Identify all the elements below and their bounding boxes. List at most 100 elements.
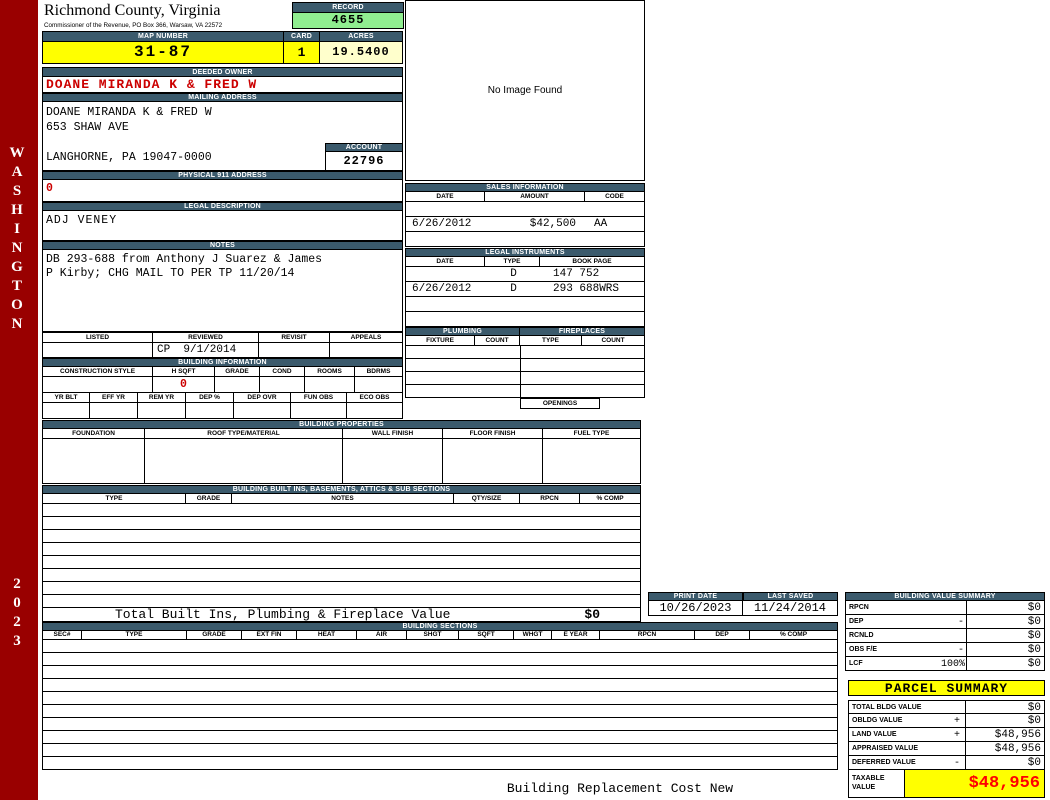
instrument-row: 6/26/2012 D 293 688WRS [405, 282, 645, 297]
fireplaces-label: FIREPLACES [520, 327, 645, 336]
parcel-operator: + [953, 716, 960, 727]
record-block: RECORD 4655 [292, 2, 404, 29]
legal-description-label: LEGAL DESCRIPTION [42, 202, 403, 211]
building-sections-section: BUILDING SECTIONS SEC# TYPE GRADE EXT FI… [42, 622, 838, 770]
bvs-value: $0 [966, 629, 1044, 642]
sec-dep-header: DEP [695, 631, 750, 640]
instrument-type [486, 312, 541, 326]
building-sections-empty-row [42, 731, 838, 744]
rem-yr-value [138, 403, 186, 419]
physical-address-value: 0 [42, 180, 403, 202]
sales-code-header: CODE [585, 192, 645, 202]
eff-yr-value [90, 403, 138, 419]
legal-instruments-label: LEGAL INSTRUMENTS [405, 248, 645, 257]
floor-finish-header: FLOOR FINISH [443, 429, 543, 439]
bvs-operator [941, 601, 966, 614]
bdrms-header: BDRMS [355, 367, 403, 377]
print-saved-block: PRINT DATE 10/26/2023 LAST SAVED 11/24/2… [648, 592, 838, 616]
instrument-type [486, 297, 541, 311]
physical-address-block: PHYSICAL 911 ADDRESS 0 [42, 171, 403, 202]
sec-type-header: TYPE [82, 631, 187, 640]
parcel-value: $0 [965, 756, 1044, 769]
taxable-value-label: TAXABLE VALUE [852, 775, 885, 791]
taxable-value: $48,956 [904, 770, 1044, 797]
built-ins-type-header: TYPE [42, 494, 186, 504]
bvs-row-obs: OBS F/E - $0 [845, 643, 1045, 657]
listed-header: LISTED [42, 332, 153, 343]
parcel-operator [949, 701, 965, 713]
bvs-value: $0 [966, 657, 1044, 670]
parcel-operator: + [953, 730, 960, 741]
reviewed-value: CP 9/1/2014 [153, 343, 259, 358]
plumbing-label: PLUMBING [405, 327, 520, 336]
dep-ovr-value [234, 403, 291, 419]
sale-amount [486, 202, 586, 216]
sec-shgt-header: SHGT [407, 631, 459, 640]
built-ins-comp-header: % COMP [580, 494, 641, 504]
plumbing-fireplace-row [405, 372, 645, 385]
sales-row [405, 202, 645, 217]
parcel-value: $48,956 [965, 742, 1044, 755]
instrument-date: 6/26/2012 [412, 283, 472, 295]
parcel-label: DEFERRED VALUE [852, 759, 916, 766]
print-date-value: 10/26/2023 [648, 601, 743, 616]
legal-instruments-section: LEGAL INSTRUMENTS DATE TYPE BOOK PAGE D … [405, 248, 645, 327]
plumbing-fireplace-row [405, 346, 645, 359]
last-saved-label: LAST SAVED [743, 592, 838, 601]
listed-value [42, 343, 153, 358]
sec-air-header: AIR [357, 631, 407, 640]
parcel-operator [949, 742, 965, 755]
appeals-value [330, 343, 403, 358]
card-label: CARD [284, 31, 320, 42]
building-value-summary-section: BUILDING VALUE SUMMARY RPCN $0 DEP - $0 … [845, 592, 1045, 671]
built-ins-rpcn-header: RPCN [520, 494, 580, 504]
building-information-label: BUILDING INFORMATION [42, 358, 403, 367]
building-information-section: BUILDING INFORMATION CONSTRUCTION STYLE … [42, 358, 403, 419]
print-date-label: PRINT DATE [648, 592, 743, 601]
bvs-value: $0 [966, 601, 1044, 614]
bvs-value: $0 [966, 615, 1044, 628]
building-sections-empty-row [42, 757, 838, 770]
review-table: LISTED REVIEWED REVISIT APPEALS CP 9/1/2… [42, 332, 403, 358]
sales-date-header: DATE [405, 192, 485, 202]
parcel-label: APPRAISED VALUE [852, 745, 918, 752]
fun-obs-value [291, 403, 347, 419]
reviewed-header: REVIEWED [153, 332, 259, 343]
legal-description-value: ADJ VENEY [42, 211, 403, 241]
bvs-label: RPCN [849, 604, 869, 611]
building-sections-empty-row [42, 718, 838, 731]
sale-code [586, 232, 644, 246]
account-block: ACCOUNT 22796 [325, 143, 403, 171]
parcel-row-total-bldg: TOTAL BLDG VALUE $0 [848, 700, 1045, 714]
record-value: 4655 [292, 13, 404, 29]
roof-type-header: ROOF TYPE/MATERIAL [145, 429, 343, 439]
deeded-owner-block: DEEDED OWNER DOANE MIRANDA K & FRED W [42, 67, 403, 93]
rooms-value [305, 377, 355, 393]
openings-label: OPENINGS [520, 398, 600, 409]
sales-information-section: SALES INFORMATION DATE AMOUNT CODE 6/26/… [405, 183, 645, 247]
notes-box: DB 293-688 from Anthony J Suarez & James… [42, 250, 403, 332]
h-sqft-header: H SQFT [153, 367, 215, 377]
fireplace-count-header: COUNT [582, 336, 645, 346]
instrument-book-page: 147 752 [553, 268, 600, 280]
building-sections-label: BUILDING SECTIONS [42, 622, 838, 631]
wall-finish-header: WALL FINISH [343, 429, 443, 439]
rem-yr-header: REM YR [138, 393, 186, 403]
county-header: Richmond County, Virginia Commissioner o… [44, 2, 290, 29]
parcel-row-appraised: APPRAISED VALUE $48,956 [848, 742, 1045, 756]
fun-obs-header: FUN OBS [291, 393, 347, 403]
instrument-date [406, 312, 486, 326]
map-number-value: 31-87 [42, 42, 284, 64]
bdrms-value [355, 377, 403, 393]
sec-rpcn-header: RPCN [600, 631, 695, 640]
sales-row: 6/26/2012 $42,500 AA [405, 217, 645, 232]
sec-whgt-header: WHGT [514, 631, 552, 640]
legal-description-block: LEGAL DESCRIPTION ADJ VENEY [42, 202, 403, 241]
sec-sqft-header: SQFT [459, 631, 514, 640]
sec-comp-header: % COMP [750, 631, 838, 640]
revisit-value [259, 343, 330, 358]
instrument-type: D [510, 268, 517, 280]
built-ins-empty-row [42, 569, 641, 582]
deeded-owner-value: DOANE MIRANDA K & FRED W [42, 77, 403, 93]
mailing-address-label: MAILING ADDRESS [42, 93, 403, 102]
